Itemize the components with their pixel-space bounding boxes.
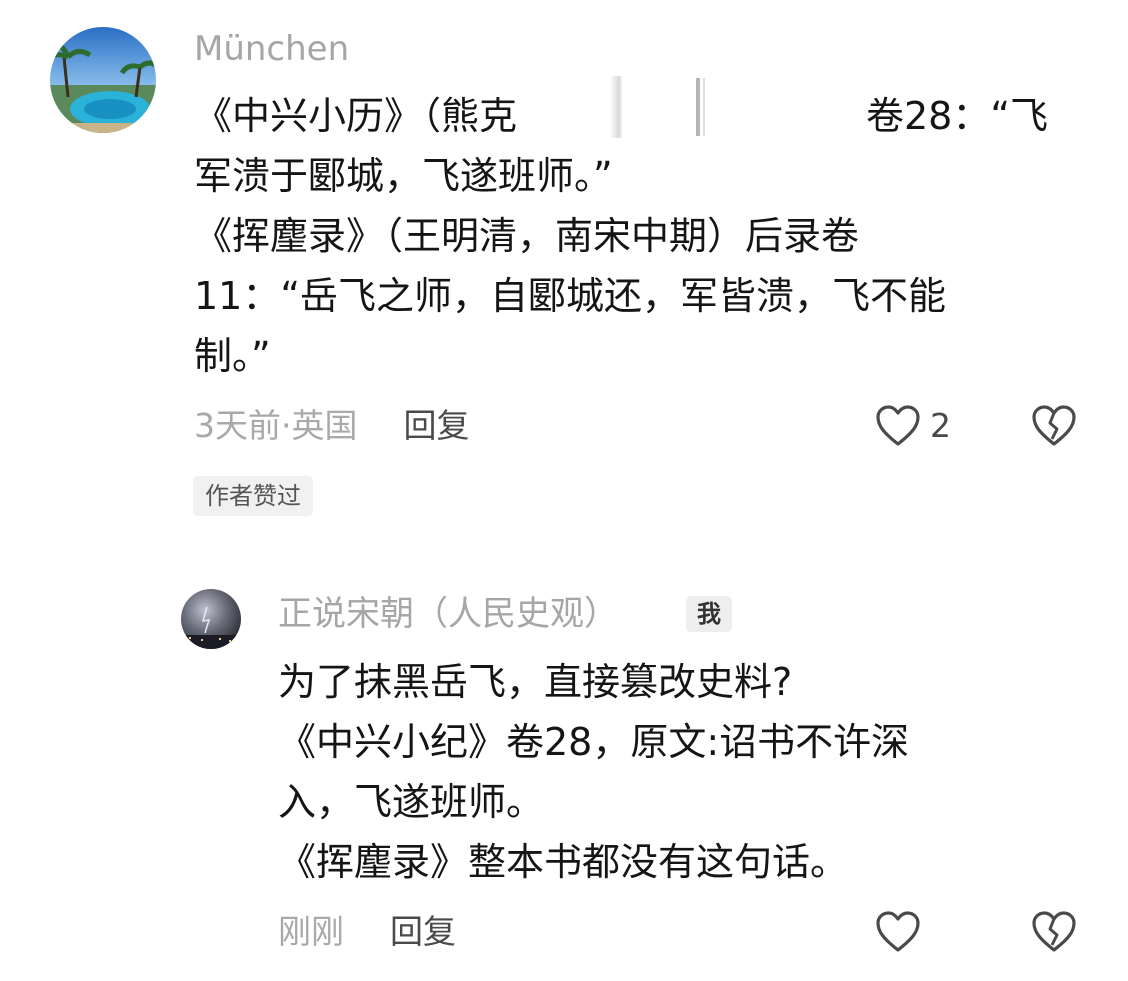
comment-username[interactable]: München	[194, 29, 349, 69]
reply-line: 《中兴小纪》卷28，原文:诏书不许深	[278, 720, 910, 764]
avatar-image	[50, 27, 156, 133]
comment-line: 《中兴小历》（熊克	[194, 94, 518, 138]
comment-line: 11：“岳飞之师，自郾城还，军皆溃，飞不能	[194, 274, 947, 318]
comment-line: 军溃于郾城，飞遂班师。”	[194, 154, 613, 198]
dislike-button[interactable]	[1030, 909, 1078, 955]
me-badge: 我	[686, 596, 732, 632]
comment-line: 《挥麈录》（王明清，南宋中期）后录卷	[194, 214, 860, 258]
comment-line: 卷28：“飞	[866, 94, 1049, 138]
like-button[interactable]: 2	[874, 403, 951, 449]
avatar[interactable]	[181, 589, 241, 649]
reply-line: 《挥麈录》整本书都没有这句话。	[278, 840, 849, 884]
broken-heart-icon	[1032, 405, 1076, 446]
reply-line: 为了抹黑岳飞，直接篡改史料?	[278, 660, 793, 704]
redaction-block	[600, 76, 860, 138]
comment-meta: 3天前·英国 回复	[194, 406, 470, 446]
like-button[interactable]	[874, 909, 922, 955]
like-count: 2	[930, 406, 951, 445]
reply-line: 入，飞遂班师。	[278, 780, 545, 824]
heart-outline-icon	[876, 405, 920, 446]
comment-timestamp: 3天前·英国	[194, 406, 358, 445]
broken-heart-icon	[1032, 911, 1076, 952]
avatar-image	[181, 589, 241, 649]
comment-line: 制。”	[194, 334, 271, 378]
avatar[interactable]	[50, 27, 156, 133]
reply-username[interactable]: 正说宋朝（人民史观）	[278, 594, 618, 634]
author-liked-badge: 作者赞过	[193, 476, 313, 516]
reply-button[interactable]: 回复	[390, 912, 456, 951]
dislike-button[interactable]	[1030, 403, 1078, 449]
heart-outline-icon	[876, 911, 920, 952]
reply-button[interactable]: 回复	[404, 406, 470, 445]
reply-meta: 刚刚 回复	[278, 912, 456, 952]
reply-timestamp: 刚刚	[278, 912, 344, 951]
